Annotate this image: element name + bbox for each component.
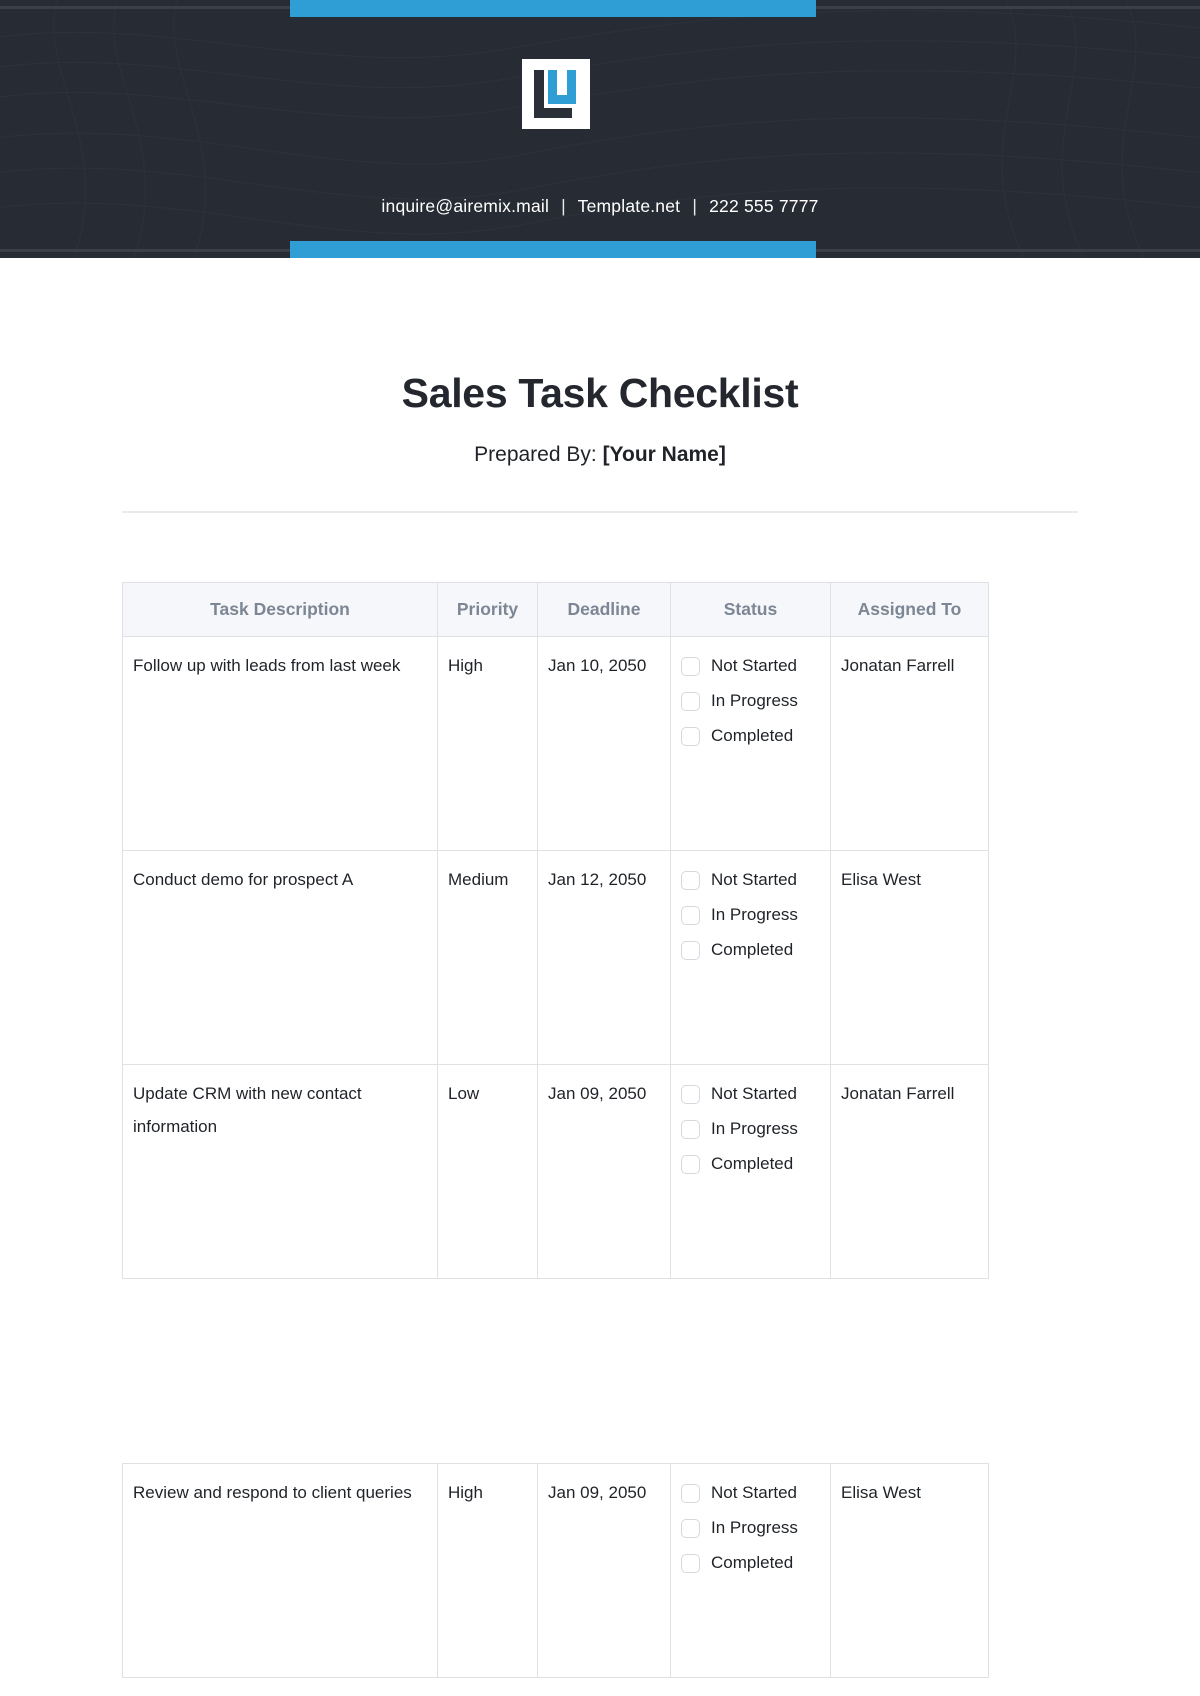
sales-task-table-continued: Review and respond to client queries Hig… <box>122 1463 989 1678</box>
status-option[interactable]: Not Started <box>681 1077 820 1110</box>
cell-deadline: Jan 09, 2050 <box>537 1463 671 1678</box>
status-option-label: Completed <box>711 940 794 960</box>
cell-task-description: Update CRM with new contact information <box>122 1064 438 1279</box>
status-option-label: Completed <box>711 1154 794 1174</box>
logo-l-foot <box>534 108 572 118</box>
table-row: Conduct demo for prospect A Medium Jan 1… <box>122 850 989 1065</box>
cell-status: Not Started In Progress Completed <box>670 636 831 851</box>
page-title: Sales Task Checklist <box>401 370 799 416</box>
status-option-label: Not Started <box>711 656 797 675</box>
checkbox-icon[interactable] <box>681 1519 700 1539</box>
status-option-label: In Progress <box>711 1518 798 1538</box>
prepared-by-label: Prepared By: <box>474 443 597 466</box>
column-header-assigned-to: Assigned To <box>830 582 989 637</box>
contact-separator-1: | <box>561 196 566 216</box>
cell-task-description: Conduct demo for prospect A <box>122 850 438 1065</box>
status-option[interactable]: Completed <box>681 719 820 752</box>
checkbox-icon[interactable] <box>681 1554 700 1574</box>
cell-assigned-to: Elisa West <box>830 1463 989 1678</box>
contact-website: Template.net <box>577 196 681 216</box>
cell-task-description: Follow up with leads from last week <box>122 636 438 851</box>
status-checkbox-group: Not Started In Progress Completed <box>681 1077 820 1180</box>
status-checkbox-group: Not Started In Progress Completed <box>681 863 820 966</box>
cell-deadline: Jan 12, 2050 <box>537 850 671 1065</box>
prepared-by-value[interactable]: [Your Name] <box>603 443 726 466</box>
column-header-deadline: Deadline <box>537 582 671 637</box>
sales-task-table: Task Description Priority Deadline Statu… <box>122 582 989 1279</box>
header-accent-bar-bottom <box>290 241 816 258</box>
logo-u-foot <box>548 95 576 104</box>
header-texture-pattern <box>0 0 1200 258</box>
contact-separator-2: | <box>692 196 698 216</box>
cell-deadline: Jan 09, 2050 <box>537 1064 671 1279</box>
status-option-label: Not Started <box>711 1084 797 1103</box>
title-divider <box>122 511 1078 513</box>
status-option-label: In Progress <box>711 691 798 711</box>
checkbox-icon[interactable] <box>681 1120 700 1140</box>
status-option[interactable]: Not Started <box>681 649 820 682</box>
status-checkbox-group: Not Started In Progress Completed <box>681 649 820 752</box>
cell-assigned-to: Elisa West <box>830 850 989 1065</box>
brand-logo <box>522 59 590 129</box>
checkbox-icon[interactable] <box>681 1484 700 1503</box>
table-header-row: Task Description Priority Deadline Statu… <box>122 582 989 637</box>
status-option[interactable]: Completed <box>681 1546 820 1579</box>
cell-assigned-to: Jonatan Farrell <box>830 1064 989 1279</box>
table-row: Follow up with leads from last week High… <box>122 636 989 851</box>
contact-phone: 222 555 7777 <box>709 196 819 216</box>
status-option[interactable]: In Progress <box>681 684 820 717</box>
prepared-by-line: Prepared By: [Your Name] <box>122 417 1078 467</box>
checkbox-icon[interactable] <box>681 727 700 747</box>
cell-priority: Low <box>437 1064 538 1279</box>
checkbox-icon[interactable] <box>681 1155 700 1175</box>
status-option-label: Not Started <box>711 870 797 889</box>
checkbox-icon[interactable] <box>681 906 700 926</box>
column-header-status: Status <box>670 582 831 637</box>
column-header-task-description: Task Description <box>122 582 438 637</box>
cell-status: Not Started In Progress Completed <box>670 1064 831 1279</box>
cell-task-description: Review and respond to client queries <box>122 1463 438 1678</box>
cell-priority: High <box>437 636 538 851</box>
checkbox-icon[interactable] <box>681 657 700 676</box>
cell-deadline: Jan 10, 2050 <box>537 636 671 851</box>
status-checkbox-group: Not Started In Progress Completed <box>681 1476 820 1579</box>
checkbox-icon[interactable] <box>681 692 700 712</box>
table-row: Review and respond to client queries Hig… <box>122 1463 989 1678</box>
status-option-label: Not Started <box>711 1483 797 1502</box>
checkbox-icon[interactable] <box>681 1085 700 1104</box>
status-option[interactable]: Not Started <box>681 863 820 896</box>
contact-email: inquire@airemix.mail <box>381 196 550 216</box>
status-option-label: In Progress <box>711 905 798 925</box>
cell-status: Not Started In Progress Completed <box>670 1463 831 1678</box>
page-header-banner: inquire@airemix.mail | Template.net | 22… <box>0 0 1200 258</box>
status-option[interactable]: Not Started <box>681 1476 820 1509</box>
table-body: Follow up with leads from last week High… <box>122 636 989 1279</box>
status-option[interactable]: In Progress <box>681 1112 820 1145</box>
status-option-label: Completed <box>711 1553 794 1573</box>
status-option-label: Completed <box>711 726 794 746</box>
column-header-priority: Priority <box>437 582 538 637</box>
airemix-logo-icon <box>534 70 578 118</box>
checkbox-icon[interactable] <box>681 941 700 961</box>
table-row-clipped-region: Review and respond to client queries Hig… <box>122 1463 992 1696</box>
status-option[interactable]: In Progress <box>681 898 820 931</box>
checkbox-icon[interactable] <box>681 871 700 890</box>
cell-status: Not Started In Progress Completed <box>670 850 831 1065</box>
status-option-label: In Progress <box>711 1119 798 1139</box>
header-contact-line: inquire@airemix.mail | Template.net | 22… <box>0 196 1200 217</box>
table-row: Update CRM with new contact information … <box>122 1064 989 1279</box>
status-option[interactable]: Completed <box>681 933 820 966</box>
header-accent-bar-top <box>290 0 816 17</box>
status-option[interactable]: In Progress <box>681 1511 820 1544</box>
cell-priority: Medium <box>437 850 538 1065</box>
status-option[interactable]: Completed <box>681 1147 820 1180</box>
document-body: Sales Task Checklist Prepared By: [Your … <box>0 258 1200 1279</box>
cell-assigned-to: Jonatan Farrell <box>830 636 989 851</box>
cell-priority: High <box>437 1463 538 1678</box>
